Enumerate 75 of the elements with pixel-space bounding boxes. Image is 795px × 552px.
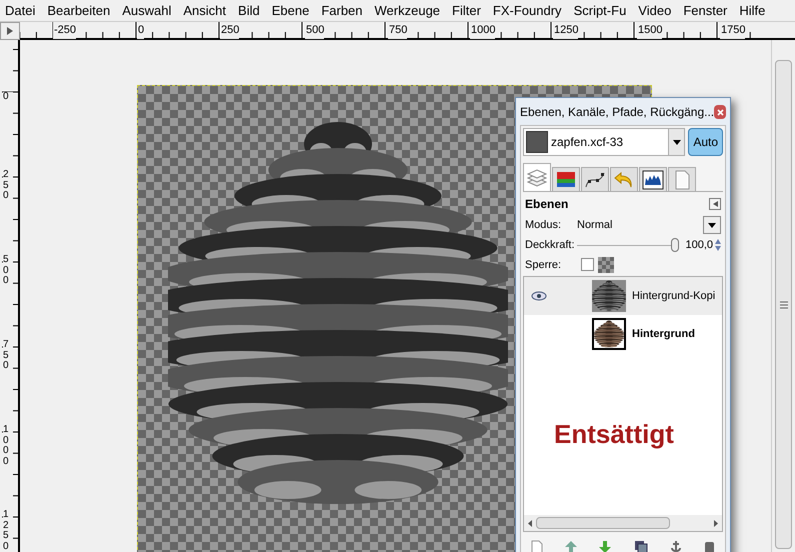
checkerboard-icon [598,256,614,273]
ruler-label: 1500 [637,22,662,38]
layer-name: Hintergrund [632,326,695,342]
panel-heading: Ebenen [525,196,568,213]
ruler-label: 1250 [553,22,578,38]
menu-item[interactable]: Video [635,0,674,20]
opacity-slider[interactable] [576,238,680,252]
menu-item[interactable]: Filter [449,0,484,20]
left-arrow-icon [528,520,532,526]
menu-item[interactable]: Fenster [680,0,730,20]
ruler-label: 0 [137,22,144,38]
slider-thumb[interactable] [671,238,680,252]
auto-button[interactable]: Auto [688,128,723,156]
ruler-label: -250 [53,22,76,38]
duplicate-icon[interactable] [634,540,648,552]
layers-icon [526,168,548,188]
raise-arrow-icon[interactable] [565,541,578,552]
ruler-label: 750 [3,340,13,372]
grip-icon [780,300,788,308]
menu-item[interactable]: Farben [318,0,366,20]
ruler-label: 1750 [720,22,746,38]
right-arrow-icon [714,520,718,526]
mode-dropdown[interactable] [703,216,721,234]
menu-item[interactable]: Auswahl [119,0,174,20]
dropdown-icon [708,222,716,228]
menu-item[interactable]: Ebene [268,0,312,20]
left-triangle-icon [712,201,718,207]
opacity-value: 100,0 [685,238,713,253]
window-title: Ebenen, Kanäle, Pfade, Rückgäng... [520,104,714,121]
ruler-label: 1000 [3,425,13,467]
menu-item[interactable]: FX-Foundry [490,0,565,20]
scrollbar-thumb[interactable] [536,517,670,529]
dropdown-icon [672,140,681,144]
horizontal-scrollbar[interactable] [524,515,722,531]
lock-checkbox[interactable] [581,258,594,272]
ruler-label: 500 [305,22,324,38]
ruler-label: 1000 [470,22,496,38]
menu-item[interactable]: Bearbeiten [44,0,114,20]
vertical-scrollbar[interactable] [775,60,792,549]
annotation-text: Entsättigt [554,418,674,450]
menu-item[interactable]: Werkzeuge [372,0,444,20]
new-layer-icon[interactable] [531,540,543,552]
image-thumbnail [526,131,548,153]
mode-value: Normal [577,218,614,233]
spin-icon [715,238,721,252]
menu-item[interactable]: Bild [235,0,263,20]
play-icon [6,27,14,35]
close-button[interactable] [714,105,726,119]
image-select[interactable]: zapfen.xcf-33 [523,128,686,156]
ruler-label: 750 [388,22,408,38]
dock-tab[interactable] [581,167,609,191]
menu-item[interactable]: Datei [2,0,38,20]
lock-label: Sperre: [525,258,562,272]
opacity-label: Deckkraft: [525,238,575,253]
layer-name: Hintergrund-Kopi [632,288,716,304]
ruler-label: 500 [3,255,13,286]
ruler-label: 1250 [3,510,13,552]
channels-icon [555,170,577,190]
menu-item[interactable]: Ansicht [180,0,230,20]
menu-item[interactable]: Hilfe [736,0,768,20]
layer-row[interactable]: Hintergrund-Kopi [524,277,722,315]
ruler-label: 250 [3,170,13,202]
dock-tab[interactable] [639,167,667,191]
ruler-label: 0 [3,92,13,102]
anchor-icon[interactable] [670,540,682,552]
lower-arrow-icon[interactable] [599,541,612,552]
ruler-label: 250 [220,22,240,38]
navigation-button[interactable] [0,22,20,40]
menu-item[interactable]: Script-Fu [570,0,630,20]
panel-menu-button[interactable] [709,198,721,210]
close-icon [716,108,724,116]
histogram-icon [642,170,664,190]
mode-label: Modus: [525,218,562,233]
trash-icon[interactable] [704,540,715,552]
eye-icon [531,291,547,301]
